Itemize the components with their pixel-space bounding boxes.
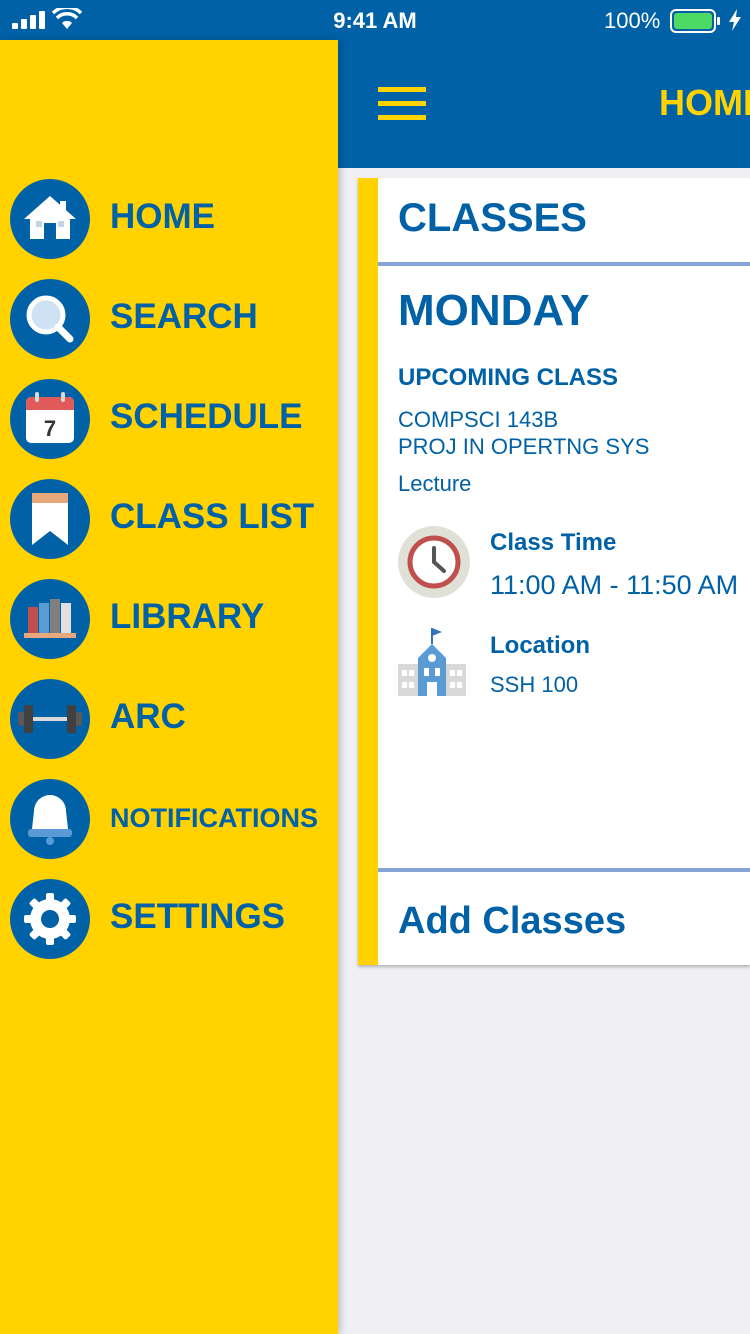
drawer-item-search[interactable]: SEARCH [10,279,330,359]
drawer-item-label: LIBRARY [110,597,265,636]
battery-percent: 100% [604,8,661,33]
drawer-item-class-list[interactable]: CLASS LIST [10,479,330,559]
drawer-item-arc[interactable]: ARC [10,679,330,759]
card-title: CLASSES [398,196,587,240]
add-classes-button[interactable]: Add Classes [398,900,626,943]
location-label: Location [490,632,590,659]
status-bar: 9:41 AM 100% [0,0,750,40]
classes-card: CLASSES MONDAY UPCOMING CLASS COMPSCI 14… [358,178,750,965]
course-name[interactable]: PROJ IN OPERTNG SYS [398,434,649,460]
location-value: SSH 100 [490,672,579,697]
school-building-icon [398,628,466,696]
dumbbell-icon [10,679,90,759]
charging-bolt-icon [729,9,741,31]
divider [378,868,750,872]
battery-icon [670,9,720,33]
course-type: Lecture [398,471,472,496]
page-title: HOME [659,82,750,123]
calendar-icon: 7 [10,379,90,459]
course-code[interactable]: COMPSCI 143B [398,407,558,433]
drawer-item-notifications[interactable]: NOTIFICATIONS [10,779,330,859]
class-time-label: Class Time [490,529,617,556]
drawer-item-label: ARC [110,697,186,736]
app-header: HOME [338,40,750,168]
drawer-item-home[interactable]: HOME [10,179,330,259]
home-icon [10,179,90,259]
drawer-item-schedule[interactable]: 7 SCHEDULE [10,379,330,459]
drawer-item-settings[interactable]: SETTINGS [10,879,330,959]
class-time-value: 11:00 AM - 11:50 AM [490,570,739,600]
svg-text:7: 7 [44,416,56,441]
day-heading: MONDAY [398,286,590,335]
bell-icon [10,779,90,859]
drawer-item-label: NOTIFICATIONS [110,803,318,833]
drawer-item-label: HOME [110,197,215,236]
gear-icon [10,879,90,959]
clock-icon [398,526,470,598]
bookmark-icon [10,479,90,559]
upcoming-class-label: UPCOMING CLASS [398,364,619,391]
drawer-item-label: CLASS LIST [110,497,315,536]
drawer-item-library[interactable]: LIBRARY [10,579,330,659]
hamburger-icon[interactable] [378,87,426,121]
drawer-item-label: SEARCH [110,297,258,336]
drawer-item-label: SCHEDULE [110,397,303,436]
books-icon [10,579,90,659]
search-icon [10,279,90,359]
divider [378,262,750,266]
drawer-item-label: SETTINGS [110,897,286,936]
side-drawer: HOME SEARCH 7 SCHEDULE CLASS LIST LIBRAR… [0,40,338,1334]
